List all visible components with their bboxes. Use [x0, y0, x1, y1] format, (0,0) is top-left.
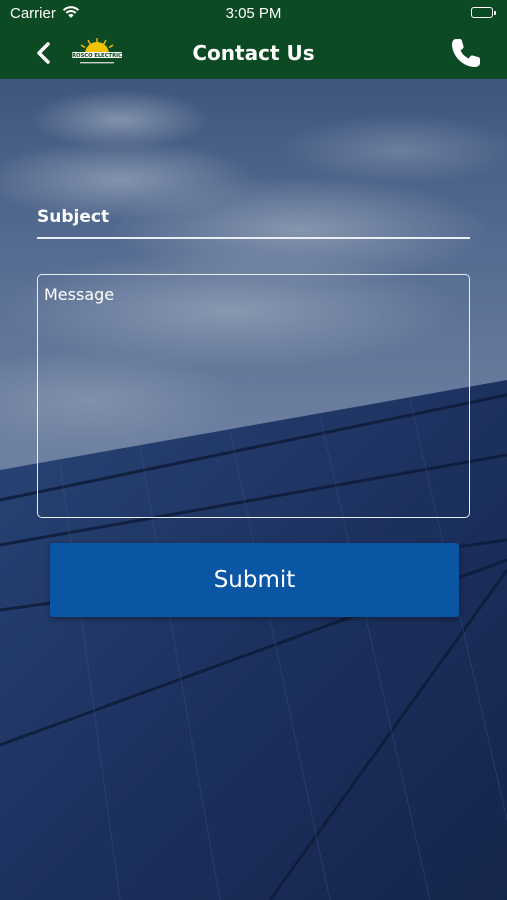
message-textarea[interactable] [37, 274, 470, 518]
status-bar: Carrier 3:05 PM [0, 0, 507, 26]
navigation-bar: ROSCO ELECTRIC Contact Us [0, 26, 507, 79]
submit-button[interactable]: Submit [50, 543, 459, 617]
clock: 3:05 PM [225, 5, 282, 22]
subject-field-underline [37, 199, 470, 239]
subject-input[interactable] [37, 199, 470, 235]
battery-icon [471, 7, 496, 18]
phone-icon[interactable] [449, 36, 483, 70]
page-title: Contact Us [192, 41, 315, 65]
